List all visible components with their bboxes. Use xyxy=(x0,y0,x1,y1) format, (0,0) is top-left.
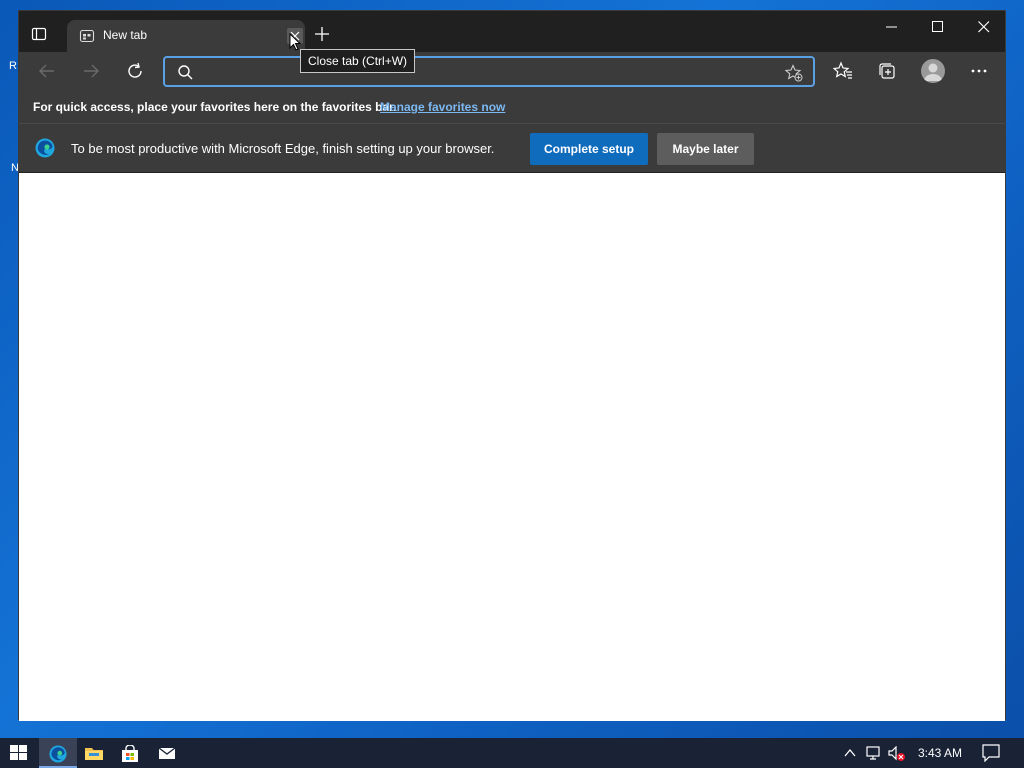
address-input[interactable] xyxy=(203,62,783,82)
start-button[interactable] xyxy=(0,738,38,768)
new-tab-plus-icon[interactable] xyxy=(315,27,329,41)
tab-new-tab[interactable]: New tab xyxy=(67,20,305,52)
maximize-icon xyxy=(932,21,943,32)
refresh-icon[interactable] xyxy=(125,61,145,81)
profile-avatar-icon[interactable] xyxy=(921,59,945,83)
volume-muted-icon[interactable] xyxy=(888,745,906,767)
edge-logo-icon xyxy=(35,138,55,158)
desktop-icon-label-fragment: R xyxy=(9,60,17,72)
tab-title: New tab xyxy=(103,28,148,42)
close-icon xyxy=(978,21,990,33)
taskbar-clock[interactable]: 3:43 AM xyxy=(918,746,962,760)
navigation-toolbar xyxy=(19,52,1005,90)
add-favorite-icon[interactable] xyxy=(784,64,803,87)
address-bar[interactable] xyxy=(163,56,815,87)
forward-arrow-icon[interactable] xyxy=(81,61,101,81)
page-content xyxy=(19,173,1005,721)
favorites-icon[interactable] xyxy=(832,61,853,81)
network-icon[interactable] xyxy=(866,746,882,765)
minimize-icon xyxy=(886,26,897,28)
mail-icon[interactable] xyxy=(148,738,186,768)
taskbar-edge-icon[interactable] xyxy=(39,738,77,768)
search-icon xyxy=(177,64,193,85)
favorites-bar: For quick access, place your favorites h… xyxy=(19,90,1005,124)
mouse-cursor-icon xyxy=(289,32,302,56)
more-options-icon[interactable] xyxy=(969,61,989,81)
new-tab-page-icon xyxy=(79,28,95,44)
store-icon[interactable] xyxy=(111,738,149,768)
maybe-later-button[interactable]: Maybe later xyxy=(657,133,754,165)
browser-window: New tab Close tab (Ctrl+W) For quick acc… xyxy=(18,10,1006,721)
manage-favorites-link[interactable]: Manage favorites now xyxy=(380,100,505,114)
taskbar: 3:43 AM xyxy=(0,738,1024,768)
maximize-button[interactable] xyxy=(915,11,961,43)
setup-infobar: To be most productive with Microsoft Edg… xyxy=(19,124,1005,173)
collections-icon[interactable] xyxy=(877,61,897,81)
close-tab-tooltip: Close tab (Ctrl+W) xyxy=(300,49,416,73)
tab-actions-icon[interactable] xyxy=(31,26,47,42)
title-bar: New tab xyxy=(19,11,1005,52)
windows-logo-icon xyxy=(10,745,27,760)
complete-setup-button[interactable]: Complete setup xyxy=(530,133,648,165)
file-explorer-icon[interactable] xyxy=(75,738,113,768)
favorites-bar-message: For quick access, place your favorites h… xyxy=(33,100,397,114)
minimize-button[interactable] xyxy=(869,11,915,43)
notification-center-icon[interactable] xyxy=(982,744,1000,767)
back-arrow-icon[interactable] xyxy=(37,61,57,81)
infobar-message: To be most productive with Microsoft Edg… xyxy=(71,141,495,156)
show-hidden-icons-chevron-icon[interactable] xyxy=(843,746,857,765)
window-close-button[interactable] xyxy=(961,11,1007,43)
